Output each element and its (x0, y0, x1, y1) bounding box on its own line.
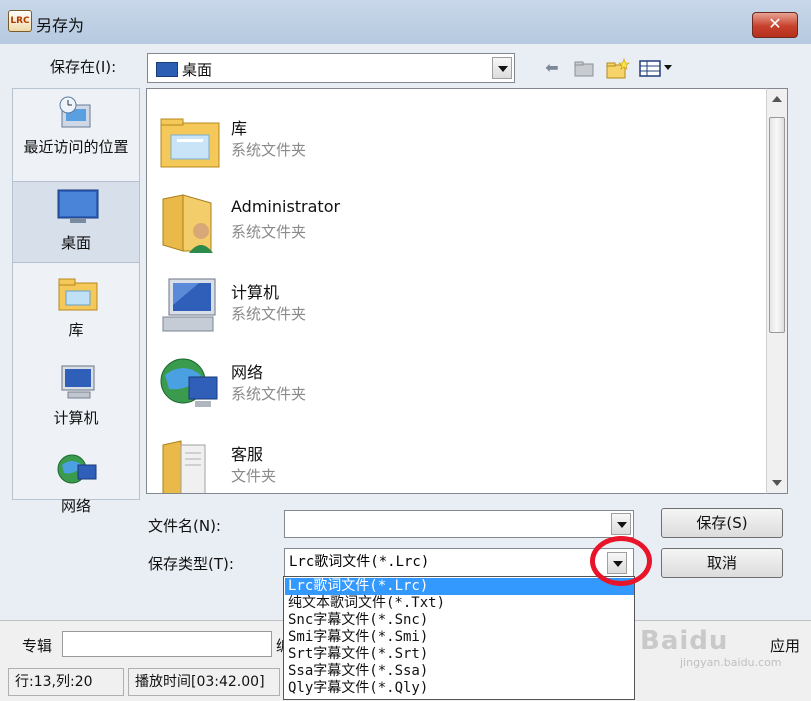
apply-button[interactable]: 应用 (770, 635, 800, 656)
scroll-thumb[interactable] (769, 117, 785, 333)
save-in-combobox[interactable]: 桌面 (147, 53, 515, 83)
window-title: 另存为 (36, 16, 85, 35)
place-label: 网络 (60, 497, 91, 515)
filetype-option[interactable]: 纯文本歌词文件(*.Txt) (285, 595, 634, 612)
places-bar: 最近访问的位置 桌面 库 计算机 网络 (12, 88, 140, 515)
user-folder-icon (159, 193, 221, 255)
place-label: 桌面 (60, 234, 91, 252)
file-list-scrollbar[interactable] (766, 88, 788, 494)
computer-icon (56, 363, 96, 401)
file-item-administrator[interactable]: Administrator 系统文件夹 (147, 189, 747, 269)
baidu-watermark: Baidu (640, 626, 729, 656)
place-libraries[interactable]: 库 (13, 275, 139, 340)
libraries-folder-icon (159, 111, 221, 173)
network-globe-icon (159, 355, 221, 417)
title-bar: LRC 另存为 ✕ (0, 0, 811, 45)
up-folder-icon[interactable] (573, 58, 595, 78)
save-button[interactable]: 保存(S) (661, 508, 783, 538)
filetype-value: Lrc歌词文件(*.Lrc) (289, 554, 430, 570)
file-list[interactable]: 库 系统文件夹 Administrator 系统文件夹 计算机 系统文件夹 网络… (146, 88, 766, 494)
filename-input[interactable] (284, 510, 634, 538)
file-item-network[interactable]: 网络 系统文件夹 (147, 351, 747, 431)
file-type: 系统文件夹 (231, 223, 307, 241)
cancel-button[interactable]: 取消 (661, 548, 783, 578)
network-icon (56, 451, 97, 489)
scroll-down-icon[interactable] (772, 480, 782, 486)
place-label: 库 (68, 321, 84, 339)
desktop-icon (56, 188, 99, 226)
place-desktop[interactable]: 桌面 (13, 181, 139, 263)
file-type: 系统文件夹 (231, 141, 307, 159)
place-computer[interactable]: 计算机 (13, 363, 139, 428)
desktop-icon (156, 62, 178, 77)
filetype-option[interactable]: Smi字幕文件(*.Smi) (285, 629, 634, 646)
libraries-icon (56, 275, 98, 313)
app-icon: LRC (8, 10, 32, 32)
filetype-option[interactable]: Qly字幕文件(*.Qly) (285, 680, 634, 697)
filetype-option[interactable]: Ssa字幕文件(*.Ssa) (285, 663, 634, 680)
file-item-libraries[interactable]: 库 系统文件夹 (147, 107, 747, 187)
album-label: 专辑 (22, 637, 53, 655)
file-type: 系统文件夹 (231, 385, 307, 403)
file-item-kefu[interactable]: 客服 文件夹 (147, 433, 747, 493)
file-type: 文件夹 (231, 467, 277, 485)
save-in-dropdown-button[interactable] (492, 57, 512, 79)
file-name: 库 (231, 119, 248, 138)
place-label: 最近访问的位置 (23, 138, 129, 156)
file-name: 客服 (231, 445, 264, 464)
baidu-watermark-url: jingyan.baidu.com (680, 656, 782, 669)
place-label: 计算机 (53, 409, 99, 427)
folder-icon (159, 437, 221, 493)
file-name: 计算机 (231, 283, 280, 302)
file-item-computer[interactable]: 计算机 系统文件夹 (147, 271, 747, 351)
status-play-time: 播放时间[03:42.00] (128, 668, 280, 696)
close-button[interactable]: ✕ (752, 12, 798, 38)
file-name: Administrator (231, 197, 341, 216)
highlight-circle-annotation (590, 536, 652, 586)
status-position: 行:13,列:20 (8, 668, 124, 696)
filetype-select[interactable]: Lrc歌词文件(*.Lrc) (284, 548, 634, 577)
filename-dropdown-button[interactable] (611, 513, 631, 535)
filetype-option[interactable]: Srt字幕文件(*.Srt) (285, 646, 634, 663)
place-network[interactable]: 网络 (13, 451, 139, 516)
back-arrow-icon[interactable]: ⬅ (541, 58, 563, 78)
file-name: 网络 (231, 363, 264, 382)
scroll-up-icon[interactable] (772, 96, 782, 102)
file-type: 系统文件夹 (231, 305, 307, 323)
filetype-label: 保存类型(T): (148, 555, 234, 573)
filetype-dropdown-list[interactable]: Lrc歌词文件(*.Lrc) 纯文本歌词文件(*.Txt) Snc字幕文件(*.… (283, 576, 635, 700)
filetype-option[interactable]: Lrc歌词文件(*.Lrc) (285, 578, 634, 595)
album-input[interactable] (62, 631, 272, 657)
computer-icon (159, 275, 221, 337)
save-in-label: 保存在(I): (50, 58, 117, 76)
view-menu-icon[interactable] (638, 58, 678, 78)
place-recent[interactable]: 最近访问的位置 (13, 95, 139, 155)
filename-label: 文件名(N): (148, 517, 221, 535)
filetype-option[interactable]: Snc字幕文件(*.Snc) (285, 612, 634, 629)
save-in-value: 桌面 (182, 61, 213, 79)
recent-places-icon (56, 95, 96, 133)
new-folder-icon[interactable] (606, 58, 630, 79)
